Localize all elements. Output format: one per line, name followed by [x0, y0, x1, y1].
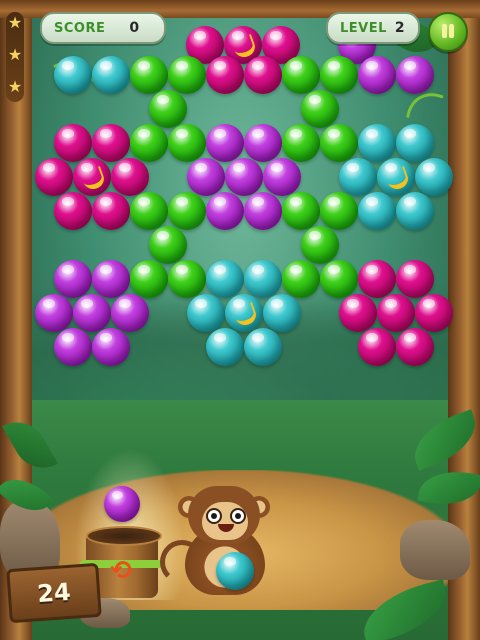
pause-button[interactable] — [428, 12, 468, 52]
green-bubble — [130, 260, 168, 298]
magenta-bubble — [54, 124, 92, 162]
magenta-bubble — [206, 56, 244, 94]
magenta-bubble — [111, 158, 149, 196]
purple-bubble — [73, 294, 111, 332]
level-value: 2 — [394, 20, 405, 36]
magenta-bubble — [35, 158, 73, 196]
next-bubble[interactable] — [104, 486, 140, 522]
shots-remaining-count: 24 — [36, 577, 72, 609]
green-bubble — [320, 260, 358, 298]
magenta-bubble — [92, 124, 130, 162]
cyan-bubble — [187, 294, 225, 332]
green-bubble — [168, 56, 206, 94]
purple-bubble — [92, 328, 130, 366]
green-bubble — [301, 226, 339, 264]
banana-icon — [231, 302, 259, 329]
purple-bubble — [225, 158, 263, 196]
cyan-bubble — [415, 158, 453, 196]
green-bubble — [168, 124, 206, 162]
purple-bubble — [206, 192, 244, 230]
cyan-bubble — [358, 124, 396, 162]
score-label: SCORE — [54, 20, 106, 36]
banana-icon — [383, 166, 411, 193]
cyan-bubble — [396, 124, 434, 162]
star-icon: ★ — [7, 77, 23, 96]
star-icon: ★ — [7, 45, 23, 64]
purple-bubble — [35, 294, 73, 332]
magenta-bubble — [396, 328, 434, 366]
purple-bubble — [187, 158, 225, 196]
green-bubble — [149, 90, 187, 128]
cyan-bubble — [358, 192, 396, 230]
green-bubble — [301, 90, 339, 128]
magenta-bubble — [396, 260, 434, 298]
level-display: LEVEL 2 — [326, 12, 420, 44]
magenta-bubble — [54, 192, 92, 230]
green-bubble — [282, 260, 320, 298]
purple-bubble — [111, 294, 149, 332]
green-bubble — [168, 260, 206, 298]
purple-bubble — [92, 260, 130, 298]
magenta-bubble — [244, 56, 282, 94]
magenta-bubble — [358, 328, 396, 366]
purple-bubble — [358, 56, 396, 94]
rock — [400, 520, 470, 580]
cyan-bubble — [54, 56, 92, 94]
game-stage[interactable]: ★ ★ ★ SCORE 0 LEVEL 2 ⟲ 24 — [0, 0, 480, 640]
cyan-bubble — [244, 260, 282, 298]
score-display: SCORE 0 — [40, 12, 166, 44]
shots-remaining-sign: 24 — [6, 562, 102, 624]
cyan-bubble — [396, 192, 434, 230]
star-icon: ★ — [7, 13, 23, 32]
cyan-bubble — [244, 328, 282, 366]
cyan-bubble — [92, 56, 130, 94]
purple-bubble — [244, 124, 282, 162]
purple-bubble — [244, 192, 282, 230]
green-bubble — [282, 192, 320, 230]
monkey-eye — [230, 508, 246, 524]
swap-icon[interactable]: ⟲ — [106, 556, 136, 586]
green-bubble — [130, 124, 168, 162]
green-bubble — [130, 192, 168, 230]
cyan-bubble — [263, 294, 301, 332]
cyan-bubble — [206, 260, 244, 298]
loaded-bubble[interactable] — [216, 552, 254, 590]
green-bubble — [282, 56, 320, 94]
monkey-eye — [206, 508, 222, 524]
green-bubble — [130, 56, 168, 94]
purple-bubble — [54, 260, 92, 298]
purple-bubble — [263, 158, 301, 196]
cyan-bubble — [206, 328, 244, 366]
green-bubble — [149, 226, 187, 264]
purple-bubble — [54, 328, 92, 366]
green-bubble — [320, 124, 358, 162]
magenta-bubble — [92, 192, 130, 230]
purple-bubble — [206, 124, 244, 162]
cyan-bubble — [339, 158, 377, 196]
banana-icon — [230, 34, 258, 61]
magenta-bubble — [415, 294, 453, 332]
green-bubble — [168, 192, 206, 230]
magenta-bubble — [73, 158, 111, 196]
green-bubble — [282, 124, 320, 162]
level-label: LEVEL — [340, 20, 387, 36]
green-bubble — [320, 56, 358, 94]
purple-bubble — [396, 56, 434, 94]
banana-icon — [79, 166, 107, 193]
score-value: 0 — [129, 20, 140, 36]
magenta-bubble — [339, 294, 377, 332]
green-bubble — [320, 192, 358, 230]
magenta-bubble — [358, 260, 396, 298]
star-progress: ★ ★ ★ — [6, 12, 24, 102]
magenta-bubble — [377, 294, 415, 332]
cyan-bubble — [225, 294, 263, 332]
cyan-bubble — [377, 158, 415, 196]
barrel-opening — [86, 526, 162, 546]
